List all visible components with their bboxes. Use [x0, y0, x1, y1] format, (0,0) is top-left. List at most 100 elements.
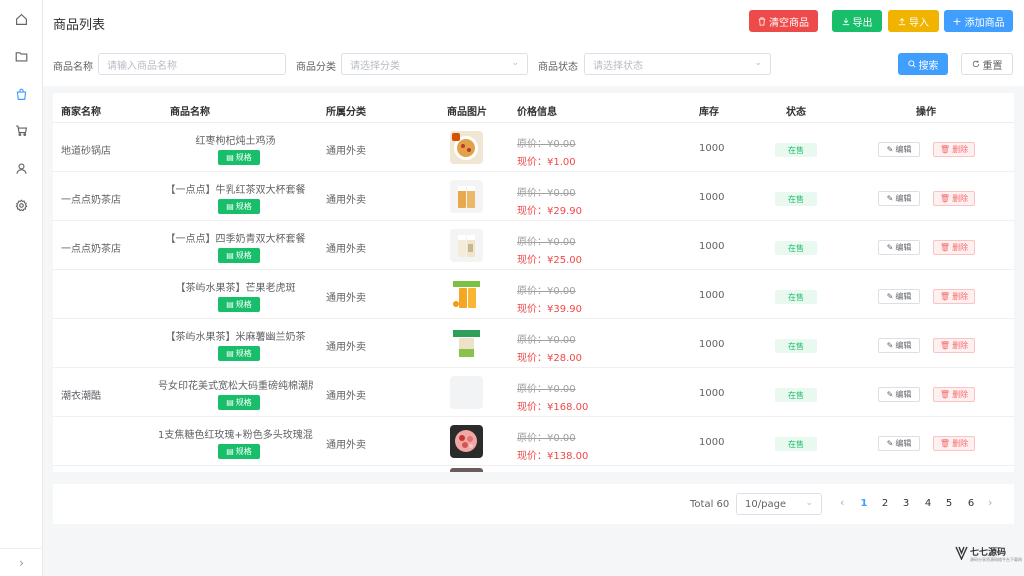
edit-icon: ✎	[886, 292, 894, 301]
product-name-input[interactable]: 请输入商品名称	[98, 53, 286, 75]
edit-label: 编辑	[895, 439, 912, 448]
import-label: 导入	[909, 17, 929, 29]
status-select[interactable]: 请选择状态 ⌄	[584, 53, 771, 75]
next-page-button[interactable]: ›	[988, 496, 992, 509]
download-icon	[842, 17, 849, 25]
category-select[interactable]: 请选择分类 ⌄	[341, 53, 528, 75]
cart-icon[interactable]	[13, 122, 30, 139]
product-name-label: 商品名称	[53, 62, 93, 73]
page-size-value: 10/page	[745, 498, 787, 510]
current-price: 现价：¥168.00	[517, 402, 589, 413]
search-button[interactable]: 搜索	[898, 53, 948, 75]
export-label: 导出	[852, 17, 873, 29]
collapse-sidebar-button[interactable]: ›	[0, 548, 43, 576]
spec-label: 规格	[235, 398, 252, 407]
clear-products-button[interactable]: 清空商品	[749, 10, 818, 32]
gear-icon[interactable]	[13, 197, 30, 214]
delete-button[interactable]: 🗑 删除	[933, 289, 975, 304]
home-icon[interactable]	[13, 11, 30, 28]
delete-button[interactable]: 🗑 删除	[933, 142, 975, 157]
reset-button[interactable]: 重置	[961, 53, 1013, 75]
edit-button[interactable]: ✎ 编辑	[878, 191, 920, 206]
chevron-down-icon: ⌄	[511, 58, 519, 68]
spec-button[interactable]: ▤ 规格	[218, 248, 260, 263]
status-badge: 在售	[775, 241, 817, 255]
product-table: 商家名称 商品名称 所属分类 商品图片 价格信息 库存 状态 操作 地道砂锅店 …	[53, 93, 1014, 472]
table-row: 【茶屿水果茶】米麻薯幽兰奶茶 ▤ 规格 通用外卖 原价：¥0.00 现价：¥28.…	[53, 319, 1014, 368]
page-4[interactable]: 4	[921, 498, 935, 509]
delete-button[interactable]: 🗑 删除	[933, 338, 975, 353]
spec-button[interactable]: ▤ 规格	[218, 199, 260, 214]
original-price: 原价：¥0.00	[517, 335, 576, 346]
chevron-down-icon: ⌄	[754, 58, 762, 68]
folder-icon[interactable]	[13, 48, 30, 65]
next-row-thumbnail	[450, 468, 483, 472]
edit-button[interactable]: ✎ 编辑	[878, 338, 920, 353]
header-category: 所属分类	[326, 107, 366, 118]
page-3[interactable]: 3	[899, 498, 913, 509]
delete-button[interactable]: 🗑 删除	[933, 191, 975, 206]
spec-button[interactable]: ▤ 规格	[218, 444, 260, 459]
delete-button[interactable]: 🗑 删除	[933, 240, 975, 255]
upload-icon	[898, 17, 906, 25]
sidebar: ›	[0, 0, 43, 576]
page-2[interactable]: 2	[878, 498, 892, 509]
header-panel: 商品列表 清空商品 导出 导入 + 添加商品 商品名称 请输入商品名称 商品分类…	[43, 0, 1024, 86]
edit-label: 编辑	[895, 292, 912, 301]
mochi-tea-photo	[450, 327, 483, 360]
spec-button[interactable]: ▤ 规格	[218, 297, 260, 312]
delete-button[interactable]: 🗑 删除	[933, 387, 975, 402]
refresh-icon	[972, 60, 979, 68]
edit-button[interactable]: ✎ 编辑	[878, 240, 920, 255]
spec-button[interactable]: ▤ 规格	[218, 395, 260, 410]
edit-button[interactable]: ✎ 编辑	[878, 142, 920, 157]
edit-icon: ✎	[886, 439, 894, 448]
stock: 1000	[699, 388, 725, 399]
product-name: 号女印花美式宽松大码重磅纯棉潮牌T恤	[158, 381, 313, 392]
original-price: 原价：¥0.00	[517, 139, 576, 150]
page-1[interactable]: 1	[857, 498, 871, 509]
user-icon[interactable]	[13, 160, 30, 177]
current-price: 现价：¥1.00	[517, 157, 576, 168]
prev-page-button[interactable]: ‹	[840, 496, 844, 509]
watermark-subtitle: 源码分享资源网络平台下载网	[970, 557, 1022, 562]
product-name: 【一点点】四季奶青双大杯套餐	[165, 234, 306, 245]
list-icon: ▤	[226, 398, 234, 407]
edit-button[interactable]: ✎ 编辑	[878, 436, 920, 451]
page-6[interactable]: 6	[964, 498, 978, 509]
shopping-bag-icon[interactable]	[13, 86, 30, 103]
table-header: 商家名称 商品名称 所属分类 商品图片 价格信息 库存 状态 操作	[53, 93, 1014, 123]
spec-label: 规格	[235, 447, 252, 456]
page-size-select[interactable]: 10/page ⌄	[736, 493, 822, 515]
delete-button[interactable]: 🗑 删除	[933, 436, 975, 451]
stock: 1000	[699, 437, 725, 448]
edit-button[interactable]: ✎ 编辑	[878, 387, 920, 402]
table-row: 潮衣潮酷 号女印花美式宽松大码重磅纯棉潮牌T恤 ▤规格 通用外卖 原价：¥0.0…	[53, 368, 1014, 417]
category: 通用外卖	[326, 391, 366, 402]
status-badge: 在售	[775, 437, 817, 451]
delete-label: 删除	[952, 292, 969, 301]
delete-label: 删除	[952, 194, 969, 203]
milk-tea-photo	[450, 180, 483, 213]
stock: 1000	[699, 241, 725, 252]
mango-tea-photo	[450, 278, 483, 311]
spec-button[interactable]: ▤ 规格	[218, 150, 260, 165]
add-product-button[interactable]: + 添加商品	[944, 10, 1013, 32]
page-title: 商品列表	[53, 18, 106, 33]
trash-icon: 🗑	[939, 194, 951, 203]
edit-button[interactable]: ✎ 编辑	[878, 289, 920, 304]
page-5[interactable]: 5	[942, 498, 956, 509]
trash-icon: 🗑	[939, 292, 951, 301]
spec-button[interactable]: ▤ 规格	[218, 346, 260, 361]
main-content: 商品列表 清空商品 导出 导入 + 添加商品 商品名称 请输入商品名称 商品分类…	[43, 0, 1024, 576]
trash-icon: 🗑	[939, 390, 951, 399]
category: 通用外卖	[326, 244, 366, 255]
current-price: 现价：¥25.00	[517, 255, 582, 266]
milk-green-tea-photo	[450, 229, 483, 262]
original-price: 原价：¥0.00	[517, 237, 576, 248]
import-button[interactable]: 导入	[888, 10, 939, 32]
delete-label: 删除	[952, 145, 969, 154]
export-button[interactable]: 导出	[832, 10, 882, 32]
list-icon: ▤	[226, 153, 234, 162]
table-row: 一点点奶茶店 【一点点】四季奶青双大杯套餐 ▤ 规格 通用外卖 原价：¥0.00 …	[53, 221, 1014, 270]
